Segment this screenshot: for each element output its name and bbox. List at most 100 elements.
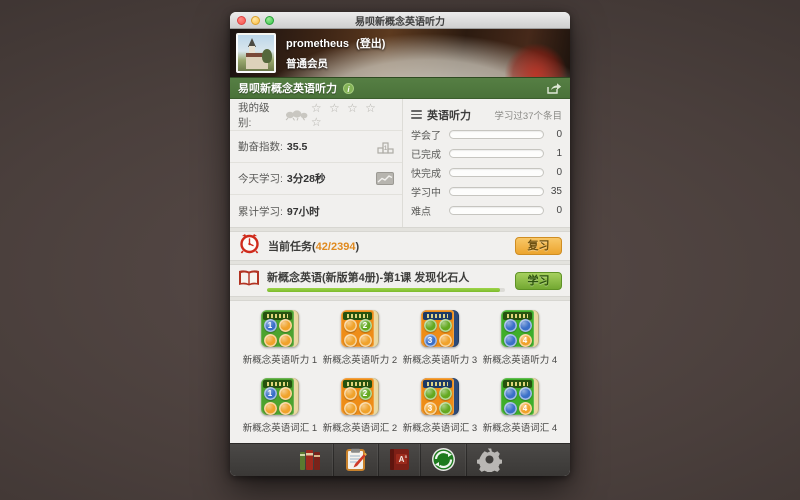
progress-bar bbox=[449, 187, 544, 196]
stats-section: 我的级别: ☆ ☆ ☆ ☆ ☆ 勤奋指数: 35.5 bbox=[230, 99, 570, 227]
alarm-clock-icon bbox=[238, 232, 261, 260]
wordbooks-icon[interactable] bbox=[288, 444, 333, 476]
level-stars: ☆ ☆ ☆ ☆ ☆ bbox=[311, 101, 394, 129]
app-vocab-4[interactable]: 4 新概念英语词汇 4 bbox=[480, 375, 560, 443]
app-icon: 4 bbox=[501, 310, 539, 347]
app-dot bbox=[504, 319, 517, 332]
info-icon[interactable]: i bbox=[343, 83, 354, 94]
app-dot bbox=[504, 402, 517, 415]
app-label: 新概念英语听力 3 bbox=[403, 352, 477, 366]
progress-value: 0 bbox=[544, 205, 562, 216]
app-icon: 2 bbox=[341, 310, 379, 347]
lesson-progress-bar bbox=[267, 288, 505, 292]
app-icon: 4 bbox=[501, 378, 539, 415]
app-dot bbox=[424, 387, 437, 400]
app-vocab-2[interactable]: 2 新概念英语词汇 2 bbox=[320, 375, 400, 443]
notes-icon[interactable] bbox=[333, 444, 378, 476]
sync-icon[interactable] bbox=[420, 444, 466, 476]
app-number-dot: 3 bbox=[424, 402, 437, 415]
app-number-dot: 2 bbox=[359, 387, 372, 400]
progress-row-difficult: 难点 0 bbox=[411, 201, 562, 220]
app-vocab-1[interactable]: 1 新概念英语词汇 1 bbox=[240, 375, 320, 443]
review-button[interactable]: 复习 bbox=[515, 237, 562, 255]
current-lesson-row: 新概念英语(新版第4册)-第1课 发现化石人 学习 bbox=[230, 265, 570, 296]
ranking-podium-icon[interactable]: 1 bbox=[377, 140, 394, 154]
app-label: 新概念英语词汇 1 bbox=[243, 420, 317, 434]
share-icon[interactable] bbox=[546, 82, 562, 95]
app-dot bbox=[279, 387, 292, 400]
progress-label: 难点 bbox=[411, 203, 449, 218]
total-row: 累计学习: 97小时 bbox=[230, 195, 402, 227]
open-book-icon bbox=[238, 269, 260, 293]
app-listening-2[interactable]: 2 新概念英语听力 2 bbox=[320, 307, 400, 375]
dictionary-icon[interactable]: A B bbox=[378, 444, 420, 476]
diligence-label: 勤奋指数: bbox=[238, 139, 283, 154]
minimize-button[interactable] bbox=[251, 16, 260, 25]
app-icon: 1 bbox=[261, 310, 299, 347]
task-suffix: ) bbox=[355, 241, 359, 253]
app-label: 新概念英语听力 2 bbox=[323, 352, 397, 366]
settings-gear-icon[interactable] bbox=[466, 444, 512, 476]
app-dot bbox=[279, 334, 292, 347]
app-label: 新概念英语词汇 2 bbox=[323, 420, 397, 434]
app-icon: 2 bbox=[341, 378, 379, 415]
listening-panel: 英语听力 学习过37个条目 学会了 0 已完成 1 快完成 0 学习中 bbox=[403, 99, 570, 227]
app-dot bbox=[264, 402, 277, 415]
listening-summary: 学习过37个条目 bbox=[494, 108, 562, 122]
progress-row-almost: 快完成 0 bbox=[411, 163, 562, 182]
listening-title: 英语听力 bbox=[427, 107, 471, 123]
current-task-row: 当前任务(42/2394) 复习 bbox=[230, 232, 570, 260]
progress-value: 1 bbox=[544, 148, 562, 159]
app-number-dot: 3 bbox=[424, 334, 437, 347]
app-number-dot: 1 bbox=[264, 387, 277, 400]
app-dot bbox=[504, 387, 517, 400]
app-listening-4[interactable]: 4 新概念英语听力 4 bbox=[480, 307, 560, 375]
close-button[interactable] bbox=[237, 16, 246, 25]
app-dot bbox=[439, 387, 452, 400]
progress-label: 快完成 bbox=[411, 165, 449, 180]
study-button[interactable]: 学习 bbox=[515, 272, 562, 290]
progress-bar bbox=[449, 130, 544, 139]
lesson-title: 新概念英语(新版第4册)-第1课 发现化石人 bbox=[267, 269, 505, 285]
avatar[interactable] bbox=[236, 33, 276, 73]
level-row: 我的级别: ☆ ☆ ☆ ☆ ☆ bbox=[230, 99, 402, 131]
app-dot bbox=[424, 319, 437, 332]
app-vocab-3[interactable]: 3 新概念英语词汇 3 bbox=[400, 375, 480, 443]
progress-value: 0 bbox=[544, 129, 562, 140]
app-dot bbox=[439, 402, 452, 415]
app-icon: 3 bbox=[421, 310, 459, 347]
progress-value: 0 bbox=[544, 167, 562, 178]
app-listening-3[interactable]: 3 新概念英语听力 3 bbox=[400, 307, 480, 375]
app-dot bbox=[279, 402, 292, 415]
progress-label: 已完成 bbox=[411, 146, 449, 161]
profile-banner: prometheus (登出) 普通会员 bbox=[230, 29, 570, 77]
app-icon: 3 bbox=[421, 378, 459, 415]
today-label: 今天学习: bbox=[238, 171, 283, 186]
app-number-dot: 1 bbox=[264, 319, 277, 332]
progress-bar bbox=[449, 206, 544, 215]
app-dot bbox=[359, 402, 372, 415]
app-number-dot: 2 bbox=[359, 319, 372, 332]
chart-thumbnail-icon[interactable] bbox=[376, 172, 394, 185]
app-dot bbox=[504, 334, 517, 347]
progress-row-completed: 已完成 1 bbox=[411, 144, 562, 163]
app-dot bbox=[344, 387, 357, 400]
membership-label: 普通会员 bbox=[286, 56, 385, 71]
app-dot bbox=[344, 402, 357, 415]
zoom-button[interactable] bbox=[265, 16, 274, 25]
list-menu-icon[interactable] bbox=[411, 110, 422, 119]
svg-text:B: B bbox=[405, 454, 408, 459]
bottom-toolbar: A B bbox=[230, 443, 570, 476]
logout-link[interactable]: (登出) bbox=[356, 38, 385, 50]
app-label: 新概念英语听力 1 bbox=[243, 352, 317, 366]
app-dot bbox=[439, 319, 452, 332]
app-dot bbox=[279, 319, 292, 332]
app-header: 易呗新概念英语听力 i bbox=[230, 77, 570, 99]
app-label: 新概念英语听力 4 bbox=[483, 352, 557, 366]
app-listening-1[interactable]: 1 新概念英语听力 1 bbox=[240, 307, 320, 375]
app-dot bbox=[264, 334, 277, 347]
app-icon: 1 bbox=[261, 378, 299, 415]
app-dot bbox=[344, 334, 357, 347]
app-window: 易呗新概念英语听力 prometheus (登出) 普通会员 易呗新概念英语听力… bbox=[230, 12, 570, 476]
total-value: 97小时 bbox=[287, 204, 320, 219]
